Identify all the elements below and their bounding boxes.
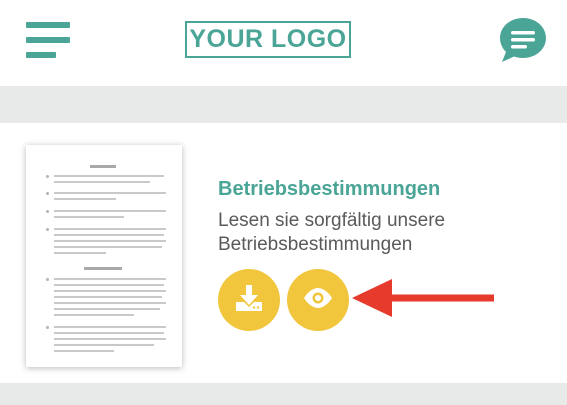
hamburger-menu-icon[interactable] (26, 22, 72, 60)
logo[interactable]: YOUR LOGO (185, 21, 351, 58)
eye-icon (303, 287, 333, 313)
chat-bubble-icon[interactable] (498, 17, 548, 63)
download-button[interactable] (218, 269, 280, 331)
view-button[interactable] (287, 269, 349, 331)
header: YOUR LOGO (0, 0, 567, 86)
menu-bar (26, 37, 70, 43)
separator-band (0, 86, 567, 123)
separator-band (0, 383, 567, 405)
document-thumbnail[interactable] (26, 145, 182, 367)
document-title: Betriebsbestimmungen (218, 178, 441, 200)
menu-bar (26, 22, 70, 28)
arrow-left-icon (352, 279, 494, 317)
menu-bar (26, 52, 56, 58)
document-description: Lesen sie sorgfältig unsere Betriebsbest… (218, 210, 446, 255)
download-icon (234, 283, 264, 318)
